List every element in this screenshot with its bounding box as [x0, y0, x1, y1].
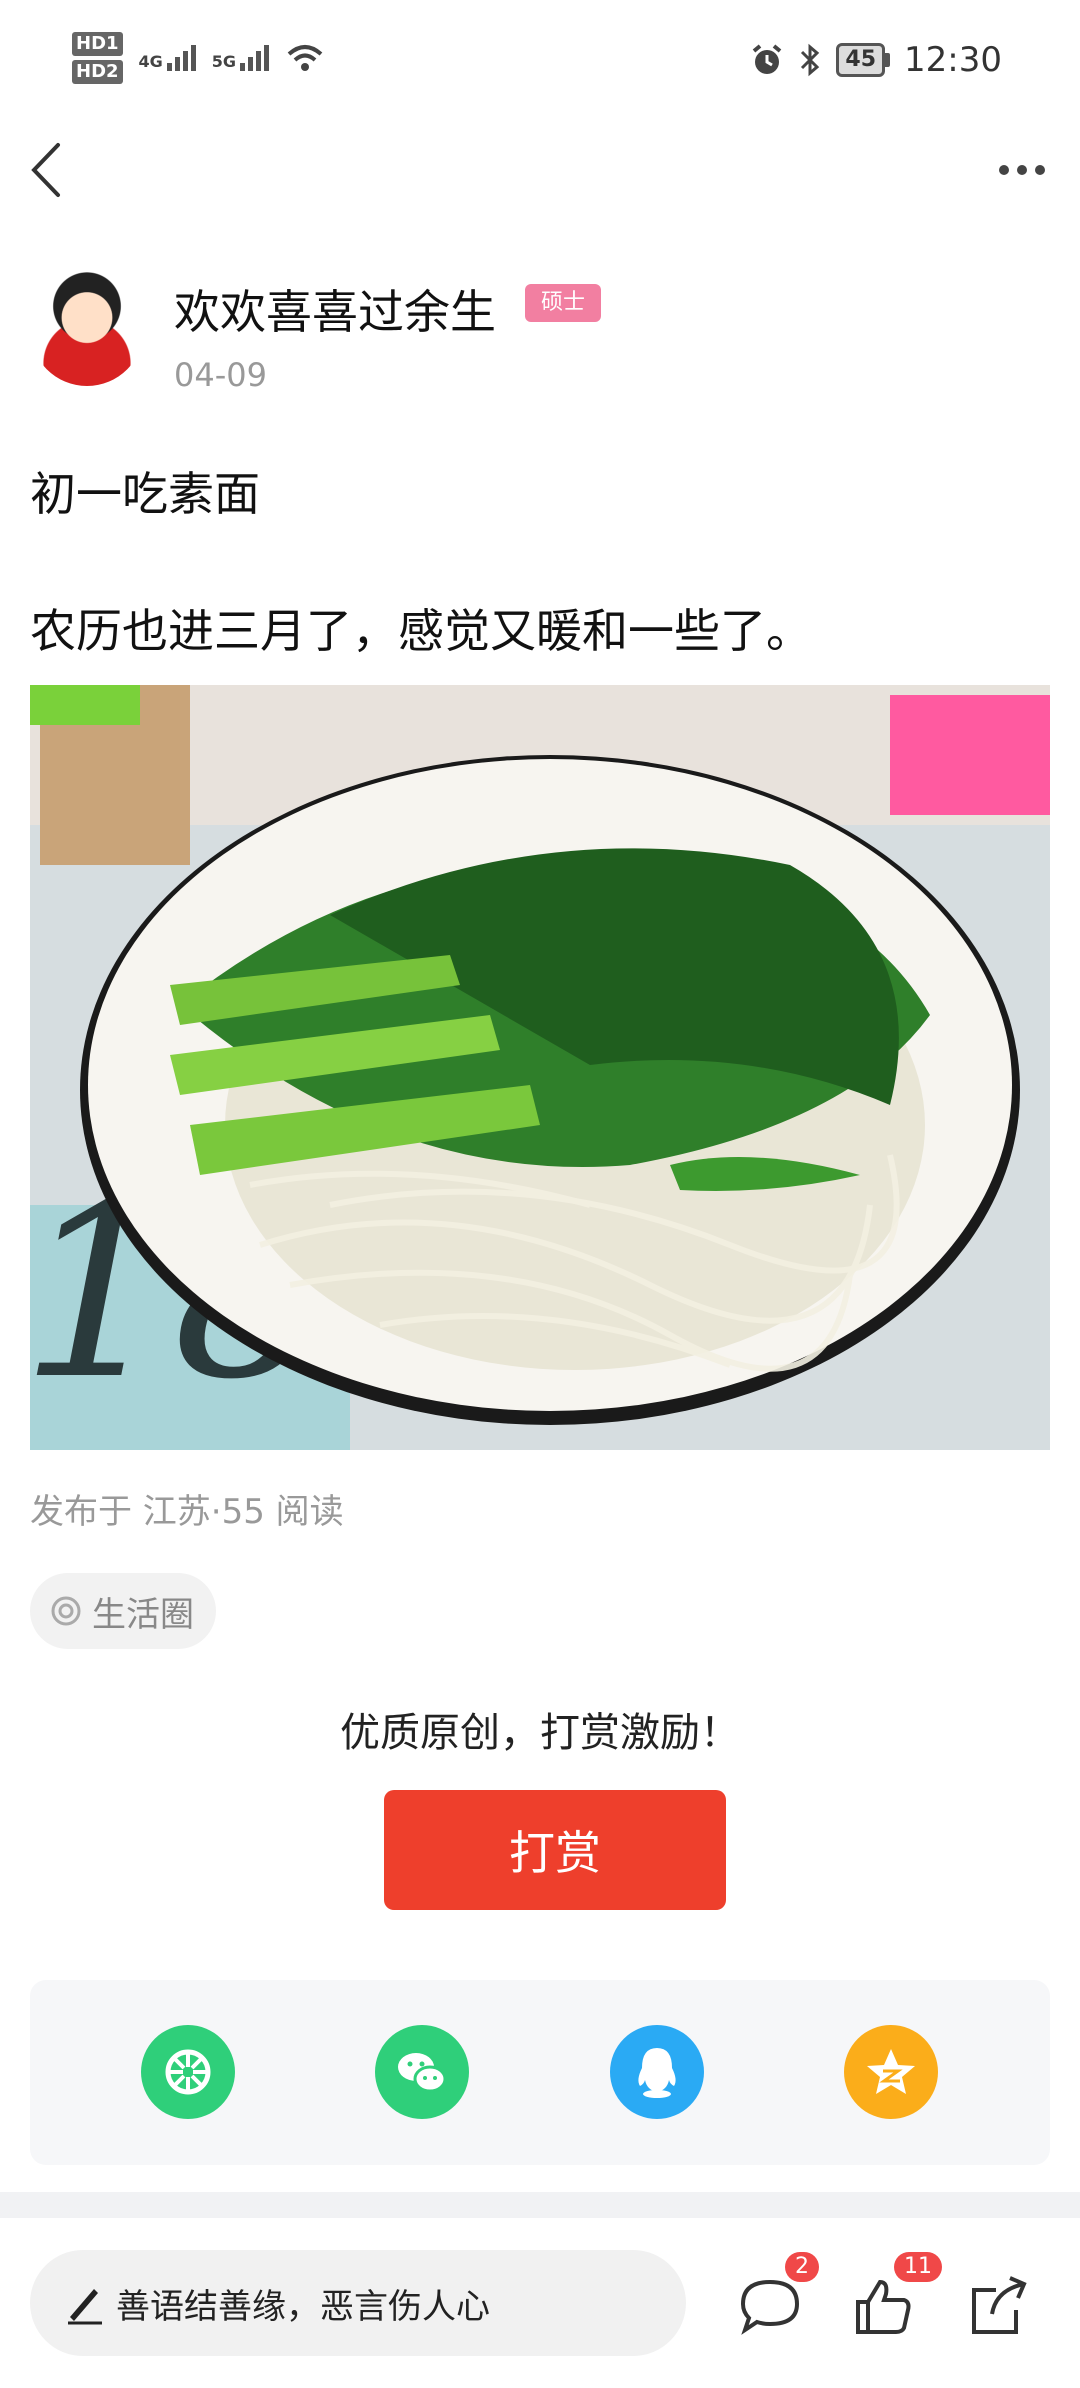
bluetooth-icon	[801, 43, 820, 77]
moments-icon	[165, 2049, 211, 2095]
net1-label: 4G	[138, 52, 163, 71]
share-qzone-button[interactable]	[844, 2025, 938, 2119]
battery-icon: 45	[836, 43, 891, 77]
qq-icon	[638, 2048, 676, 2098]
more-dots-icon	[999, 165, 1009, 175]
comment-placeholder: 善语结善缘，恶言伤人心	[116, 2286, 490, 2327]
reward-button[interactable]: 打赏	[384, 1790, 726, 1910]
alarm-icon	[753, 44, 782, 74]
circle-target-icon	[51, 1596, 81, 1626]
back-button[interactable]	[22, 135, 82, 205]
reward-prompt: 优质原创，打赏激励！	[340, 1710, 740, 1756]
share-qq-button[interactable]	[610, 2025, 704, 2119]
avatar[interactable]	[30, 272, 144, 386]
share-icon	[972, 2276, 1027, 2334]
level-badge: 硕士	[525, 284, 602, 322]
post-body: 农历也进三月了，感觉又暖和一些了。	[30, 604, 812, 658]
clock: 12:30	[904, 40, 1002, 80]
net2-label: 5G	[211, 52, 237, 71]
battery-level: 45	[836, 43, 886, 77]
signal-bars-icon	[240, 45, 270, 71]
post-meta: 发布于 江苏·55 阅读	[30, 1492, 344, 1532]
share-wechat-button[interactable]	[375, 2025, 469, 2119]
more-button[interactable]	[982, 140, 1062, 200]
like-button[interactable]: 11	[850, 2252, 942, 2338]
status-left: HD1 HD2 4G 5G	[72, 32, 325, 84]
topic-label: 生活圈	[92, 1594, 194, 1635]
topic-chip[interactable]: 生活圈	[30, 1573, 216, 1649]
comment-bubble-icon	[740, 2279, 800, 2335]
qzone-icon	[867, 2049, 915, 2094]
author-name[interactable]: 欢欢喜喜过余生	[174, 276, 496, 342]
signal-bars-icon	[166, 45, 196, 71]
wechat-icon	[398, 2053, 447, 2093]
comment-button[interactable]: 2	[735, 2252, 819, 2338]
share-button[interactable]	[966, 2262, 1036, 2338]
like-count-badge: 11	[894, 2252, 942, 2282]
post-photo[interactable]: 18	[30, 685, 1050, 1450]
hd1-label: HD1	[72, 32, 123, 56]
status-right: 45 12:30	[750, 40, 1002, 80]
hd-indicators: HD1 HD2	[72, 32, 123, 84]
signal-5g: 5G	[211, 45, 270, 71]
status-bar: HD1 HD2 4G 5G 45 12:30	[0, 0, 1080, 130]
noodle-bowl-image: 18	[30, 685, 1050, 1450]
comment-count-badge: 2	[785, 2252, 819, 2282]
share-moments-button[interactable]	[141, 2025, 235, 2119]
post-date: 04-09	[174, 356, 267, 394]
divider	[0, 2192, 1080, 2218]
share-panel	[30, 1980, 1050, 2165]
post-title: 初一吃素面	[30, 467, 260, 521]
wifi-icon	[287, 45, 323, 71]
chevron-left-icon	[31, 143, 60, 197]
pencil-icon	[68, 2289, 102, 2325]
signal-4g: 4G	[139, 45, 196, 71]
thumbs-up-icon	[856, 2279, 911, 2334]
comment-input[interactable]: 善语结善缘，恶言伤人心	[30, 2250, 686, 2356]
hd2-label: HD2	[72, 60, 123, 84]
